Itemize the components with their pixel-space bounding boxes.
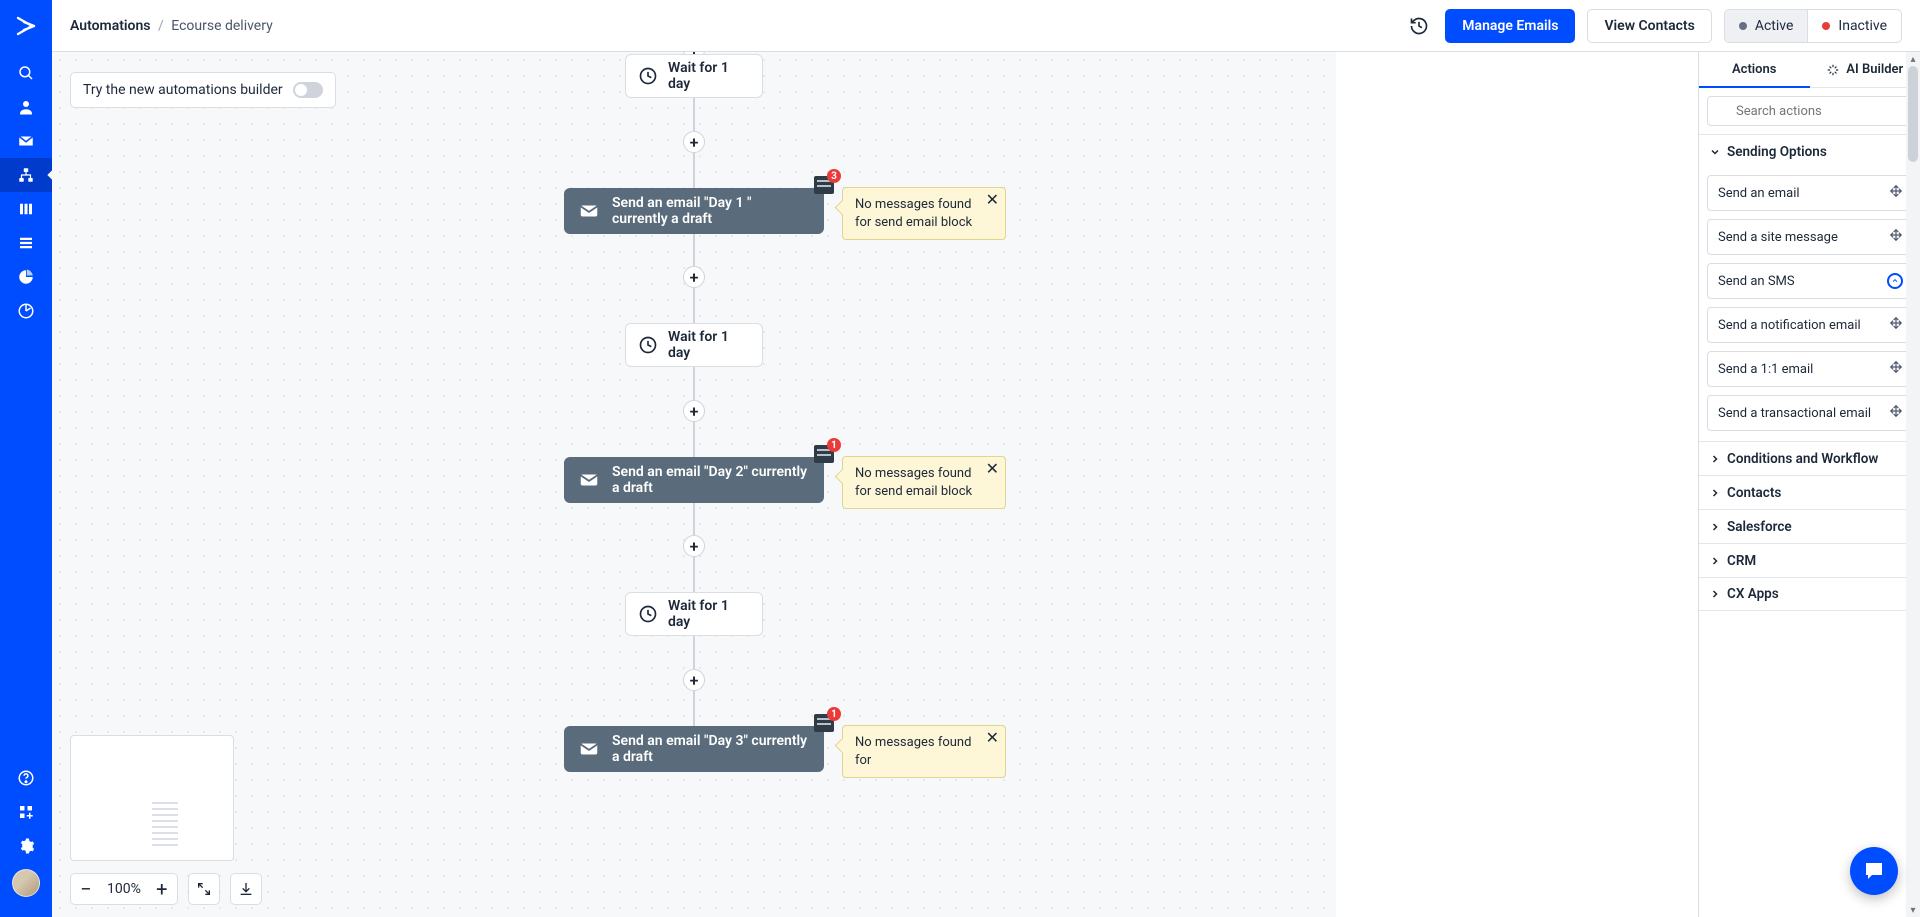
- chevron-down-icon: [1709, 146, 1721, 158]
- chevron-right-icon: [1709, 588, 1721, 600]
- sparkle-icon: [1826, 63, 1840, 77]
- warning-callout: No messages found for send email block ✕: [842, 456, 1006, 509]
- nav-apps[interactable]: [0, 795, 52, 829]
- chevron-right-icon: [1709, 453, 1721, 465]
- action-send-sms[interactable]: Send an SMS: [1707, 263, 1912, 299]
- drag-icon: [1889, 316, 1903, 334]
- vertical-scrollbar[interactable]: ▴ ▾: [1906, 52, 1920, 917]
- dot-icon: [1739, 22, 1747, 30]
- send-email-node[interactable]: Send an email "Day 3" currently a draft …: [564, 726, 824, 772]
- close-icon[interactable]: ✕: [986, 461, 999, 477]
- section-cx-apps[interactable]: CX Apps: [1699, 577, 1920, 611]
- upgrade-icon: [1887, 273, 1903, 289]
- add-step-button[interactable]: +: [683, 535, 705, 557]
- wait-node[interactable]: Wait for 1 day: [625, 54, 763, 98]
- scrollbar-thumb[interactable]: [1908, 66, 1918, 162]
- section-conditions[interactable]: Conditions and Workflow: [1699, 441, 1920, 475]
- section-sending-options[interactable]: Sending Options: [1699, 135, 1920, 169]
- chat-button[interactable]: [1850, 847, 1898, 895]
- nav-help[interactable]: [0, 761, 52, 795]
- breadcrumb-current: Ecourse delivery: [171, 18, 272, 34]
- drag-icon: [1889, 360, 1903, 378]
- zoom-in-button[interactable]: +: [147, 874, 177, 904]
- zoom-control: − 100% +: [70, 873, 178, 905]
- section-crm[interactable]: CRM: [1699, 543, 1920, 577]
- scroll-up-icon[interactable]: ▴: [1906, 52, 1920, 66]
- add-step-button[interactable]: +: [683, 266, 705, 288]
- nav-automations[interactable]: [0, 158, 52, 192]
- add-step-button[interactable]: +: [683, 400, 705, 422]
- canvas-controls: − 100% +: [70, 873, 262, 905]
- action-send-notification[interactable]: Send a notification email: [1707, 307, 1912, 343]
- chevron-right-icon: [1709, 487, 1721, 499]
- nav-campaigns[interactable]: [0, 124, 52, 158]
- drag-icon: [1889, 184, 1903, 202]
- dot-icon: [1822, 22, 1830, 30]
- nav-reports[interactable]: [0, 260, 52, 294]
- note-badge[interactable]: 1: [814, 445, 834, 463]
- left-sidenav: [0, 0, 52, 917]
- download-button[interactable]: [230, 873, 262, 905]
- minimap-viewport[interactable]: [135, 742, 197, 798]
- clock-icon: [638, 335, 658, 355]
- breadcrumb-root[interactable]: Automations: [70, 18, 151, 34]
- zoom-out-button[interactable]: −: [71, 874, 101, 904]
- action-send-transactional[interactable]: Send a transactional email: [1707, 395, 1912, 431]
- nav-lists[interactable]: [0, 226, 52, 260]
- clock-icon: [638, 66, 658, 86]
- nav-site[interactable]: [0, 294, 52, 328]
- drag-icon: [1889, 228, 1903, 246]
- action-send-email[interactable]: Send an email: [1707, 175, 1912, 211]
- wait-node[interactable]: Wait for 1 day: [625, 592, 763, 636]
- chevron-right-icon: [1709, 521, 1721, 533]
- wait-node[interactable]: Wait for 1 day: [625, 323, 763, 367]
- section-salesforce[interactable]: Salesforce: [1699, 509, 1920, 543]
- note-badge[interactable]: 1: [814, 714, 834, 732]
- nav-contacts[interactable]: [0, 90, 52, 124]
- section-contacts[interactable]: Contacts: [1699, 475, 1920, 509]
- warning-callout: No messages found for send email block ✕: [842, 187, 1006, 240]
- send-email-node[interactable]: Send an email "Day 2" currently a draft …: [564, 457, 824, 503]
- nav-settings[interactable]: [0, 829, 52, 863]
- scroll-down-icon[interactable]: ▾: [1906, 903, 1920, 917]
- app-logo[interactable]: [0, 0, 52, 52]
- clock-icon: [638, 604, 658, 624]
- drag-icon: [1889, 404, 1903, 422]
- tab-ai-builder[interactable]: AI Builder: [1810, 52, 1920, 87]
- note-badge[interactable]: 3: [814, 176, 834, 194]
- close-icon[interactable]: ✕: [986, 730, 999, 746]
- user-avatar[interactable]: [12, 869, 40, 897]
- status-inactive[interactable]: Inactive: [1807, 10, 1901, 42]
- add-step-button[interactable]: +: [683, 669, 705, 691]
- minimap[interactable]: [70, 735, 234, 861]
- manage-emails-button[interactable]: Manage Emails: [1445, 9, 1575, 43]
- warning-callout: No messages found for ✕: [842, 725, 1006, 778]
- fit-screen-button[interactable]: [188, 873, 220, 905]
- action-send-1-1-email[interactable]: Send a 1:1 email: [1707, 351, 1912, 387]
- breadcrumb: Automations / Ecourse delivery: [70, 18, 273, 34]
- automation-canvas[interactable]: Try the new automations builder + Wait f…: [52, 52, 1336, 917]
- actions-panel: Actions AI Builder Sending Options Send …: [1698, 52, 1920, 917]
- history-icon[interactable]: [1405, 12, 1433, 40]
- nav-search[interactable]: [0, 56, 52, 90]
- top-bar: Automations / Ecourse delivery Manage Em…: [52, 0, 1920, 52]
- action-send-site-message[interactable]: Send a site message: [1707, 219, 1912, 255]
- status-toggle: Active Inactive: [1724, 9, 1902, 43]
- search-actions-input[interactable]: [1707, 96, 1912, 126]
- tab-actions[interactable]: Actions: [1699, 52, 1810, 87]
- chevron-right-icon: [1709, 555, 1721, 567]
- view-contacts-button[interactable]: View Contacts: [1587, 9, 1711, 43]
- mail-icon: [578, 198, 600, 224]
- add-step-button[interactable]: +: [683, 131, 705, 153]
- close-icon[interactable]: ✕: [986, 192, 999, 208]
- nav-deals[interactable]: [0, 192, 52, 226]
- zoom-value: 100%: [101, 881, 147, 897]
- status-active[interactable]: Active: [1725, 10, 1808, 42]
- mail-icon: [578, 467, 600, 493]
- send-email-node[interactable]: Send an email "Day 1 " currently a draft…: [564, 188, 824, 234]
- mail-icon: [578, 736, 600, 762]
